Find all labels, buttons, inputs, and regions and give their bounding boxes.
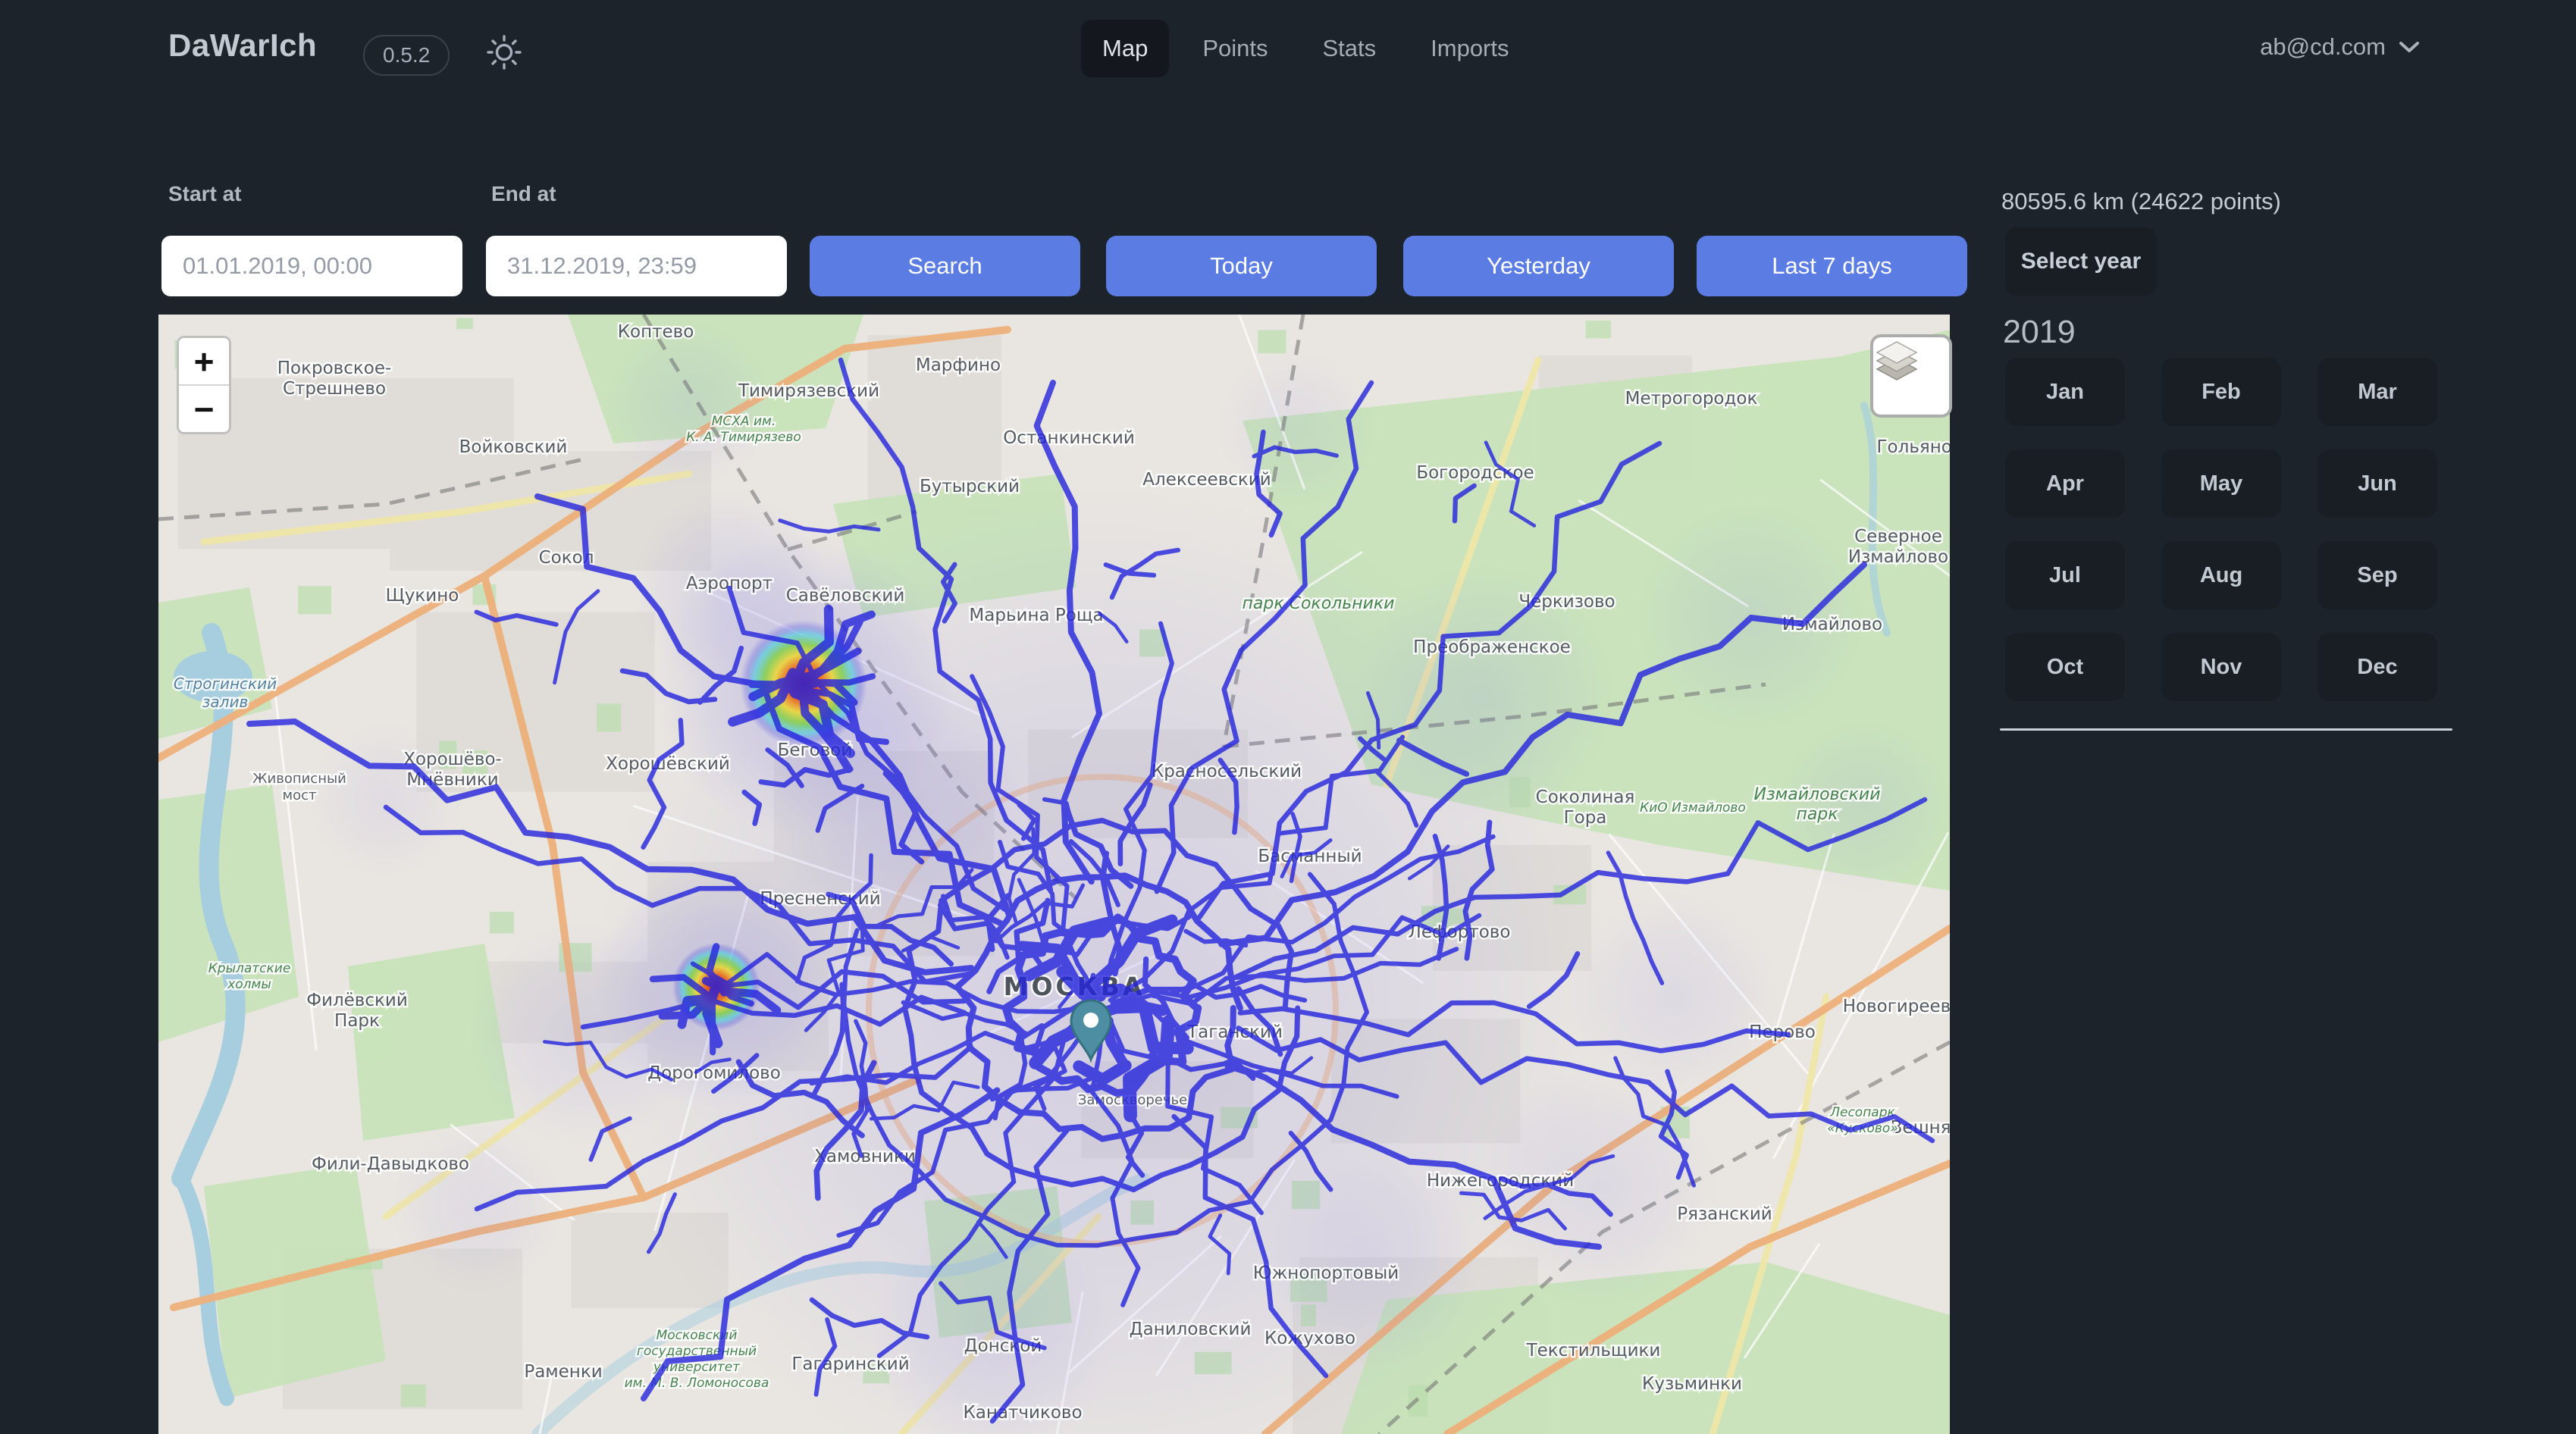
month-feb-button[interactable]: Feb	[2161, 358, 2281, 426]
select-year-button[interactable]: Select year	[2005, 227, 2157, 296]
map-label: Покровское-Стрешнево	[277, 358, 392, 399]
map-label: Раменки	[524, 1362, 602, 1382]
map-label: Бутырский	[920, 477, 1020, 496]
month-jun-button[interactable]: Jun	[2317, 449, 2437, 518]
map-label: Войковский	[459, 437, 568, 457]
zoom-in-button[interactable]: +	[179, 338, 229, 386]
map-label: Новогиреево	[1843, 997, 1950, 1016]
month-oct-button[interactable]: Oct	[2005, 633, 2125, 701]
map-canvas: Коптево Покровское-Стрешнево Тимирязевский…	[158, 315, 1950, 1434]
map-label: Кожухово	[1264, 1329, 1355, 1348]
map-label: Текстильщики	[1526, 1341, 1661, 1360]
map-label: Останкинский	[1003, 428, 1135, 448]
distance-stats: 80595.6 km (24622 points)	[2001, 188, 2281, 215]
map-label: Алексеевский	[1142, 470, 1271, 490]
main-nav: Map Points Stats Imports	[1081, 20, 1531, 77]
map-label: Гольяново	[1877, 437, 1950, 457]
month-aug-button[interactable]: Aug	[2161, 541, 2281, 609]
month-nov-button[interactable]: Nov	[2161, 633, 2281, 701]
map-label: Гагаринский	[791, 1354, 909, 1374]
map-zoom-control: + −	[177, 336, 231, 434]
tab-imports[interactable]: Imports	[1409, 20, 1530, 77]
map-label: Марьина Роща	[969, 606, 1103, 625]
end-at-label: End at	[491, 182, 556, 206]
map-label: Дорогомилово	[647, 1063, 781, 1083]
theme-toggle-button[interactable]	[482, 30, 526, 74]
map-label: Преображенское	[1413, 637, 1571, 657]
month-may-button[interactable]: May	[2161, 449, 2281, 518]
zoom-out-button[interactable]: −	[179, 386, 229, 432]
map-label: Южнопортовый	[1253, 1263, 1399, 1283]
account-menu[interactable]: ab@cd.com	[2260, 33, 2421, 61]
map-label: Савёловский	[786, 586, 905, 606]
dawarich-app: DaWarIch 0.5.2 Map Points Stats Imports …	[0, 0, 2576, 1434]
start-date-input[interactable]	[161, 236, 462, 296]
sidebar-divider	[2000, 728, 2452, 731]
map-label: Рязанский	[1677, 1204, 1772, 1224]
sun-icon	[484, 32, 525, 73]
map-label: Коптево	[618, 322, 694, 342]
tab-points[interactable]: Points	[1181, 20, 1289, 77]
app-logo[interactable]: DaWarIch	[168, 27, 317, 64]
map-layers-control[interactable]	[1870, 334, 1952, 418]
today-button[interactable]: Today	[1106, 236, 1377, 296]
tab-stats[interactable]: Stats	[1301, 20, 1397, 77]
version-badge: 0.5.2	[363, 35, 450, 76]
map-label: Щукино	[386, 586, 459, 606]
map-label: Метрогородок	[1625, 389, 1758, 409]
layers-icon	[1873, 337, 1920, 384]
start-at-label: Start at	[168, 182, 241, 206]
map-label: Фили-Давыдково	[312, 1154, 469, 1174]
map-label: Марфино	[916, 355, 1001, 375]
month-jul-button[interactable]: Jul	[2005, 541, 2125, 609]
map-label: СеверноеИзмайлово	[1848, 527, 1948, 567]
month-grid: Jan Feb Mar Apr May Jun Jul Aug Sep Oct …	[2005, 358, 2437, 701]
month-dec-button[interactable]: Dec	[2317, 633, 2437, 701]
map-label: Донской	[964, 1336, 1042, 1356]
map-label: Тимирязевский	[738, 381, 879, 401]
map-label: Кузьминки	[1642, 1374, 1742, 1394]
month-sep-button[interactable]: Sep	[2317, 541, 2437, 609]
tab-map[interactable]: Map	[1081, 20, 1169, 77]
map-label: Даниловский	[1130, 1320, 1252, 1339]
map-label: Хорошёвский	[606, 754, 730, 774]
end-date-input[interactable]	[486, 236, 787, 296]
search-button[interactable]: Search	[810, 236, 1080, 296]
month-mar-button[interactable]: Mar	[2317, 358, 2437, 426]
map-label: КиО Измайлово	[1640, 800, 1746, 816]
map[interactable]: Коптево Покровское-Стрешнево Тимирязевский…	[158, 315, 1950, 1434]
yesterday-button[interactable]: Yesterday	[1403, 236, 1674, 296]
account-email: ab@cd.com	[2260, 33, 2386, 61]
last-7-days-button[interactable]: Last 7 days	[1697, 236, 1967, 296]
year-heading: 2019	[2003, 314, 2076, 351]
month-apr-button[interactable]: Apr	[2005, 449, 2125, 518]
month-jan-button[interactable]: Jan	[2005, 358, 2125, 426]
chevron-down-icon	[2398, 39, 2421, 55]
map-label: Канатчиково	[963, 1403, 1082, 1423]
map-label: парк Сокольники	[1243, 594, 1395, 613]
